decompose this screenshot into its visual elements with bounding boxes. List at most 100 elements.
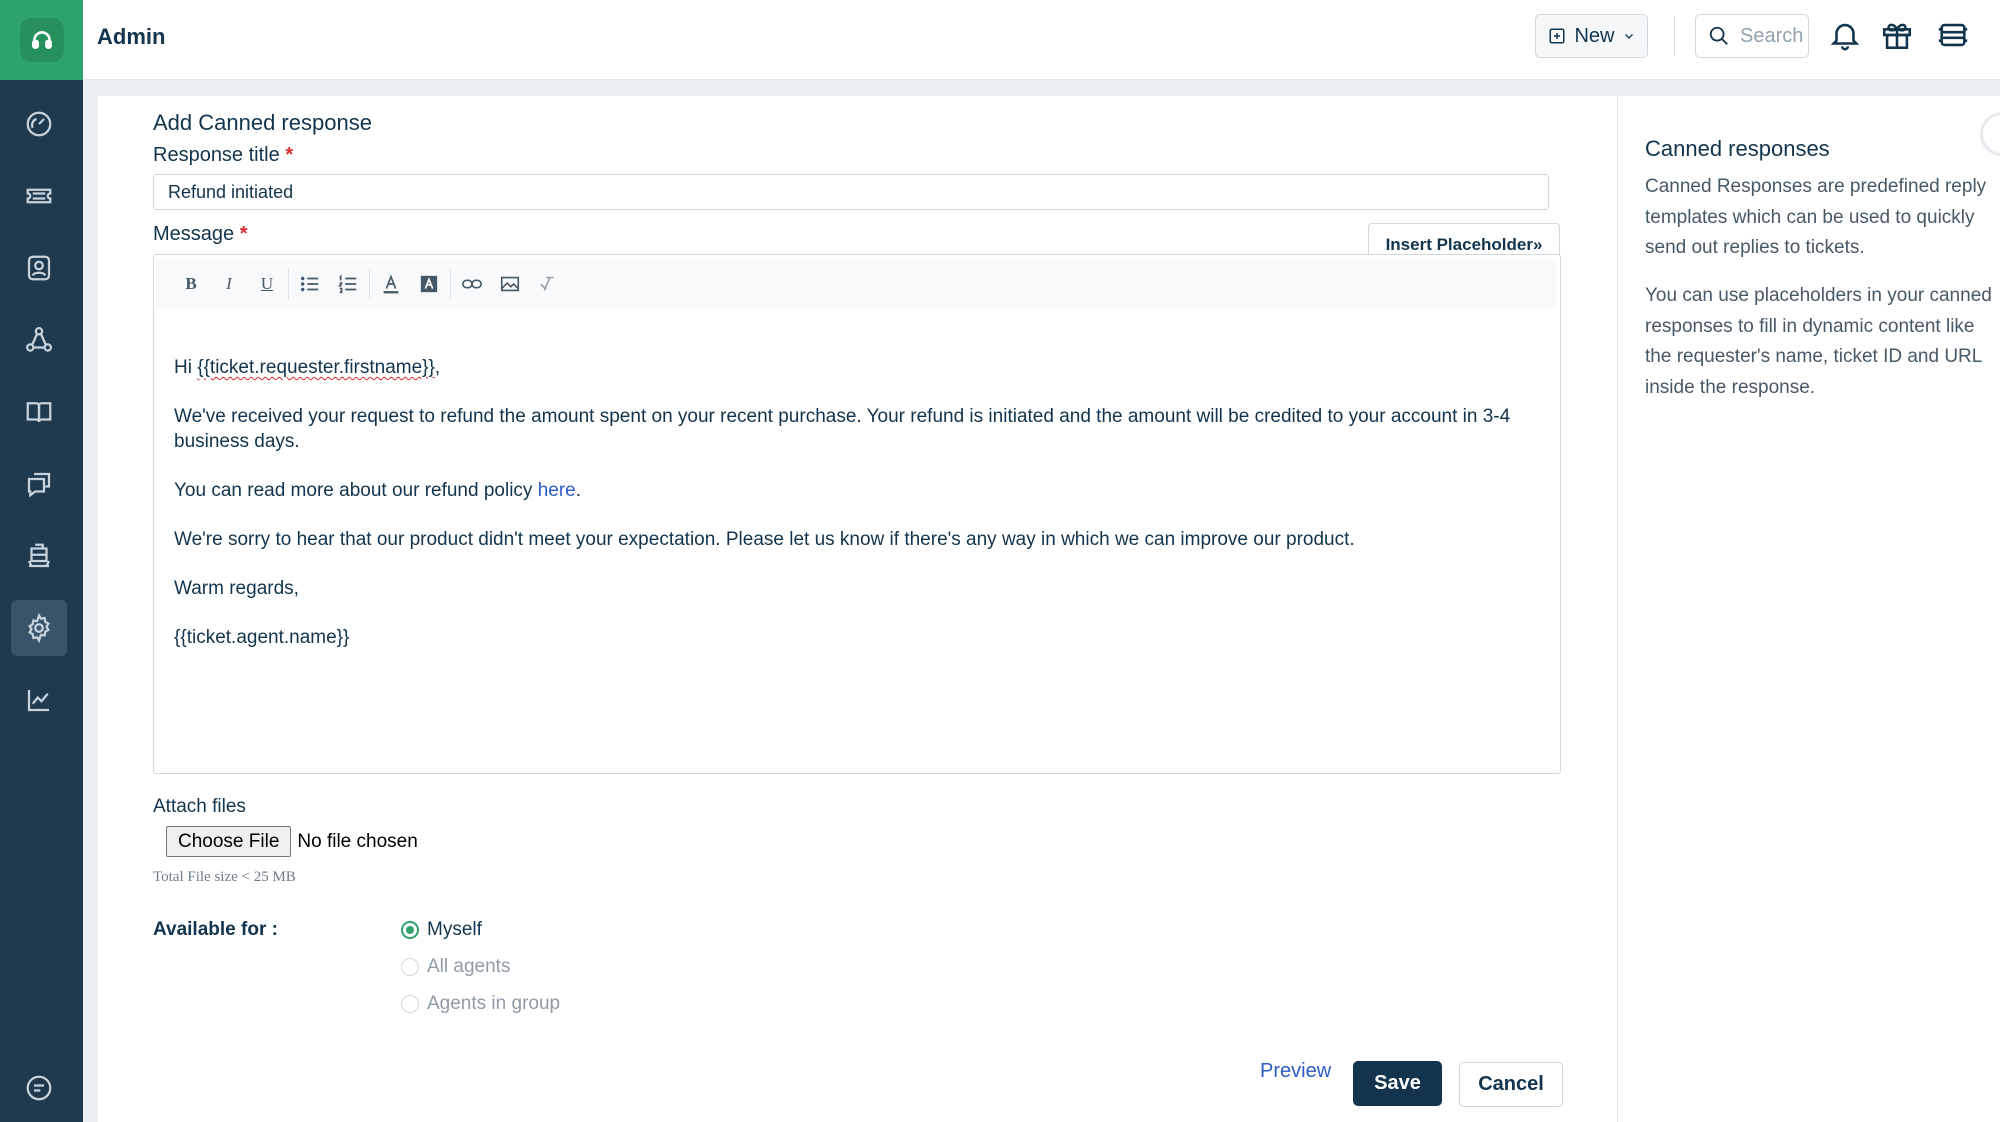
- file-status: No file chosen: [297, 830, 418, 852]
- apology-paragraph: We're sorry to hear that our product did…: [174, 529, 1355, 550]
- message-editor[interactable]: B I U Hi {{ticket.requester.firstname}},…: [153, 254, 1561, 774]
- policy-text: You can read more about our refund polic…: [174, 480, 538, 501]
- policy-paragraph: You can read more about our refund polic…: [174, 478, 1544, 503]
- choose-file-button[interactable]: Choose File: [166, 826, 292, 857]
- sidebar-item-admin[interactable]: [11, 600, 67, 656]
- bullet-list-icon: [300, 276, 319, 292]
- radio-selected[interactable]: [401, 921, 419, 939]
- option-myself-label: Myself: [427, 919, 482, 940]
- page-title: Admin: [97, 24, 166, 49]
- greeting-line: Hi {{ticket.requester.firstname}},: [174, 355, 1544, 380]
- preview-button[interactable]: Preview: [1260, 1060, 1331, 1083]
- font-color-button[interactable]: [372, 267, 410, 301]
- sidebar-item-groups[interactable]: [11, 312, 67, 368]
- clear-format-button[interactable]: [529, 267, 567, 301]
- help-text-placeholders: You can use placeholders in your canned …: [1645, 285, 1992, 398]
- app-logo[interactable]: [0, 0, 83, 80]
- radio-unselected[interactable]: [401, 958, 419, 976]
- help-panel-title: Canned responses: [1645, 136, 1830, 161]
- canned-response-form: Add Canned response Response title * Ref…: [98, 96, 1618, 1122]
- gift-icon[interactable]: [1880, 18, 1914, 52]
- trend-chart-icon: [27, 690, 49, 712]
- policy-link[interactable]: here: [538, 480, 576, 501]
- gauge-icon: [26, 111, 52, 137]
- book-icon: [26, 402, 52, 423]
- file-picker: Choose File No file chosen: [166, 826, 418, 857]
- insert-image-button[interactable]: [491, 267, 529, 301]
- font-color-icon: [383, 274, 399, 294]
- panel-toggle[interactable]: [1980, 112, 2000, 156]
- greeting-suffix: ,: [434, 357, 441, 378]
- contact-card-icon: [27, 255, 51, 281]
- apps-switcher-icon[interactable]: [1936, 18, 1970, 52]
- chat-help-icon: [26, 1075, 52, 1101]
- available-for-label: Available for :: [153, 919, 278, 940]
- required-mark: *: [239, 223, 248, 245]
- sidebar-item-reports[interactable]: [11, 672, 67, 728]
- underline-button[interactable]: U: [248, 267, 286, 301]
- gear-icon: [28, 613, 50, 643]
- response-title-label: Response title *: [153, 144, 293, 167]
- attach-files-label: Attach files: [153, 796, 246, 817]
- sidebar-item-help[interactable]: [11, 1060, 67, 1116]
- numbered-list-icon: [338, 274, 357, 294]
- message-label-text: Message: [153, 223, 235, 245]
- chat-bubbles-icon: [27, 472, 51, 498]
- section-title: Add Canned response: [153, 110, 372, 135]
- option-agents-in-group-label: Agents in group: [427, 993, 561, 1014]
- search-icon: [1709, 26, 1728, 45]
- option-all-agents-label: All agents: [427, 956, 511, 977]
- chevron-down-icon: [1624, 34, 1633, 39]
- sidebar-item-forums[interactable]: [11, 456, 67, 512]
- clear-format-icon: [540, 276, 554, 291]
- italic-button[interactable]: I: [210, 267, 248, 301]
- requester-firstname-placeholder: {{ticket.requester.firstname}}: [197, 357, 435, 378]
- refund-paragraph: We've received your request to refund th…: [174, 406, 1511, 452]
- signature-line: {{ticket.agent.name}}: [174, 627, 350, 648]
- link-icon: [462, 279, 482, 289]
- search-input[interactable]: Search: [1695, 14, 1809, 58]
- search-placeholder: Search: [1740, 24, 1804, 47]
- bold-button[interactable]: B: [172, 267, 210, 301]
- image-icon: [500, 276, 520, 292]
- editor-toolbar: B I U: [156, 259, 1556, 309]
- option-myself[interactable]: Myself: [401, 919, 482, 941]
- greeting-prefix: Hi: [174, 357, 198, 378]
- plus-square-icon: [1549, 28, 1565, 44]
- radio-unselected[interactable]: [401, 995, 419, 1013]
- sidebar-item-contacts[interactable]: [11, 240, 67, 296]
- option-agents-in-group[interactable]: Agents in group: [401, 993, 560, 1015]
- header-divider: [1674, 16, 1675, 56]
- closing-line: Warm regards,: [174, 578, 299, 599]
- response-title-input[interactable]: Refund initiated: [153, 174, 1549, 210]
- new-button-label: New: [1574, 24, 1615, 47]
- background-color-button[interactable]: [410, 267, 448, 301]
- required-mark: *: [285, 144, 294, 166]
- response-title-label-text: Response title: [153, 144, 280, 166]
- sidebar-item-tickets[interactable]: [11, 168, 67, 224]
- insert-placeholder-button[interactable]: Insert Placeholder»: [1368, 223, 1560, 257]
- network-icon: [26, 327, 52, 352]
- insert-link-button[interactable]: [453, 267, 491, 301]
- message-body[interactable]: Hi {{ticket.requester.firstname}}, We've…: [174, 355, 1544, 674]
- ticket-icon: [26, 188, 52, 204]
- toolbar-divider: [288, 269, 289, 299]
- help-text-intro: Canned Responses are predefined reply te…: [1645, 176, 1987, 258]
- policy-suffix: .: [575, 480, 582, 501]
- new-button[interactable]: New: [1535, 14, 1648, 58]
- sidebar: [0, 0, 83, 1122]
- cancel-button[interactable]: Cancel: [1459, 1062, 1563, 1107]
- toolbar-divider: [369, 269, 370, 299]
- notification-bell-icon[interactable]: [1828, 18, 1862, 52]
- bullet-list-button[interactable]: [291, 267, 329, 301]
- file-size-hint: Total File size < 25 MB: [153, 869, 296, 885]
- message-label: Message *: [153, 223, 248, 246]
- option-all-agents[interactable]: All agents: [401, 956, 510, 978]
- toolbar-divider: [450, 269, 451, 299]
- sidebar-item-dashboard[interactable]: [11, 96, 67, 152]
- ship-icon: [27, 543, 51, 568]
- numbered-list-button[interactable]: [329, 267, 367, 301]
- save-button[interactable]: Save: [1353, 1061, 1442, 1106]
- sidebar-item-assets[interactable]: [11, 528, 67, 584]
- sidebar-item-solutions[interactable]: [11, 384, 67, 440]
